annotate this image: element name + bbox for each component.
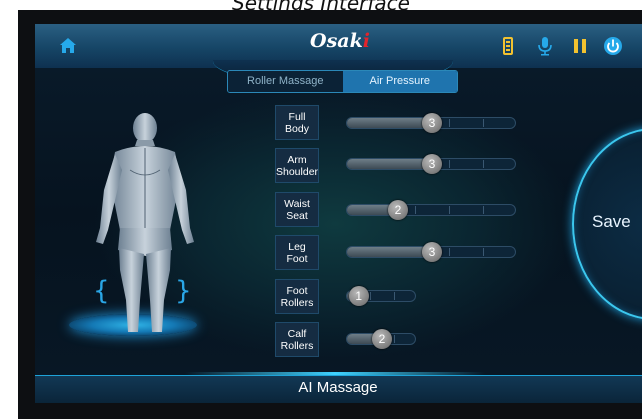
row-label-line1: Leg [288, 240, 306, 253]
mode-tabs: Roller Massage Air Pressure [227, 70, 458, 93]
row-label-full-body: Full Body [275, 105, 319, 140]
slider-fill [347, 159, 432, 169]
slider-fill [347, 247, 432, 257]
slider-tick [449, 119, 450, 127]
battery-icon[interactable] [498, 36, 518, 56]
row-label-foot-rollers: Foot Rollers [275, 279, 319, 314]
slider-waist-seat[interactable]: 2 [346, 200, 516, 220]
row-label-line2: Rollers [280, 296, 314, 309]
left-pressure-indicator-icon: { [93, 276, 110, 306]
slider-knob[interactable]: 2 [372, 329, 392, 349]
slider-tick [449, 206, 450, 214]
brand-name-accent: i [362, 30, 370, 52]
slider-tick [415, 206, 416, 214]
row-label-line2: Shoulder [276, 165, 319, 178]
row-label-leg-foot: Leg Foot [275, 235, 319, 270]
microphone-icon[interactable] [535, 36, 555, 56]
row-label-calf-rollers: Calf Rollers [275, 322, 319, 357]
slider-tick [449, 160, 450, 168]
brand-name: Osak [310, 30, 363, 52]
slider-knob[interactable]: 3 [422, 242, 442, 262]
slider-calf-rollers[interactable]: 2 [346, 329, 416, 349]
row-label-line1: Calf [287, 327, 307, 340]
slider-knob[interactable]: 2 [388, 200, 408, 220]
row-label-line1: Full [288, 110, 306, 123]
row-label-arm-shoulder: Arm Shoulder [275, 148, 319, 183]
pause-icon[interactable] [570, 36, 590, 56]
slider-arm-shoulder[interactable]: 3 [346, 154, 516, 174]
row-label-line2: Rollers [280, 339, 314, 352]
slider-knob[interactable]: 1 [348, 286, 369, 306]
slider-tick [449, 248, 450, 256]
slider-leg-foot[interactable]: 3 [346, 242, 516, 262]
row-label-line2: Seat [286, 209, 308, 222]
tab-roller-massage[interactable]: Roller Massage [228, 71, 343, 92]
slider-tick [483, 248, 484, 256]
slider-tick [393, 292, 395, 300]
slider-tick [483, 160, 484, 168]
row-label-line1: Arm [287, 153, 307, 166]
brand-logo: Osaki [255, 30, 425, 52]
slider-knob[interactable]: 3 [422, 154, 442, 174]
power-icon[interactable] [603, 36, 623, 56]
slider-tick [393, 335, 395, 343]
slider-tick [483, 119, 484, 127]
ai-massage-button[interactable]: AI Massage [258, 379, 418, 396]
save-button-label[interactable]: Save [592, 212, 631, 232]
home-icon[interactable] [59, 37, 77, 55]
slider-full-body[interactable]: 3 [346, 113, 516, 133]
row-label-line1: Foot [286, 284, 308, 297]
slider-tick [483, 206, 484, 214]
row-label-line2: Body [285, 122, 309, 135]
tab-air-pressure[interactable]: Air Pressure [342, 71, 457, 92]
row-label-line1: Waist [284, 197, 310, 210]
slider-foot-rollers[interactable]: 1 [346, 286, 416, 306]
row-label-line2: Foot [286, 252, 308, 265]
slider-tick [370, 292, 372, 300]
row-label-waist-seat: Waist Seat [275, 192, 319, 227]
massage-chair-screen: Osaki Roller Massage Air Pressure {} Fu… [35, 24, 642, 403]
slider-fill [347, 118, 432, 128]
right-pressure-indicator-icon: } [175, 276, 192, 306]
slider-knob[interactable]: 3 [422, 113, 442, 133]
